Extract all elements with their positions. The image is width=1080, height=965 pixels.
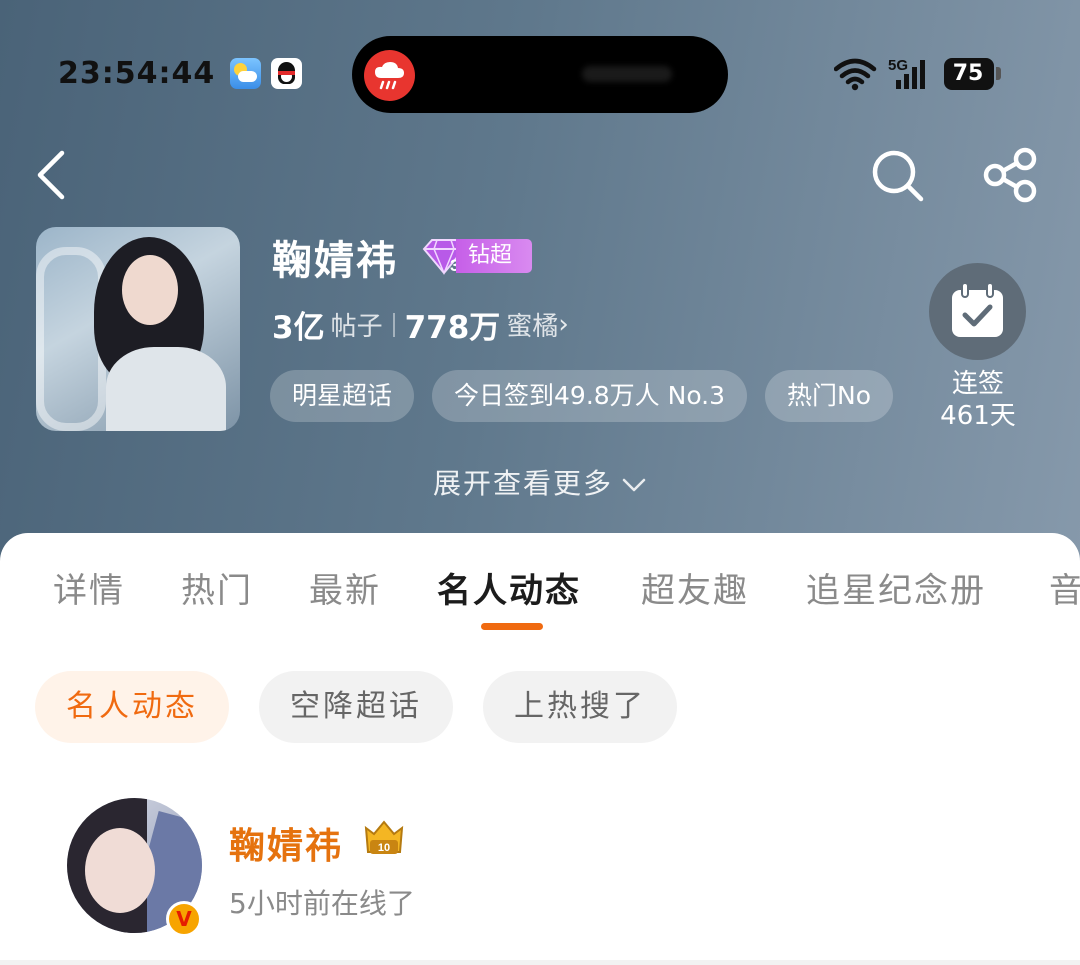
info-chips: 明星超话 今日签到49.8万人 No.3 热门No [270,370,906,422]
calendar-check-icon [952,282,1003,337]
weather-app-icon [230,58,261,89]
followers-count[interactable]: 778万 [405,310,501,346]
battery-nub [996,67,1001,80]
network-type: 5G [888,57,908,74]
wifi-icon [834,58,877,91]
verified-v-icon: V [166,901,202,937]
tab-music[interactable]: 音 [1049,563,1080,612]
tab-hot[interactable]: 热门 [181,563,253,612]
checkin-label: 连签 [951,369,1004,399]
tab-fan-album[interactable]: 追星纪念册 [806,563,986,612]
search-icon [872,150,924,202]
supertopic-avatar[interactable] [36,227,240,431]
tab-super-fun[interactable]: 超友趣 [641,563,749,612]
filter-hot-search[interactable]: 上热搜了 [483,671,677,743]
profile-stats: 3亿 帖子 778万 蜜橘› [272,302,569,348]
tab-celebrity-updates[interactable]: 名人动态 [437,563,581,612]
badge-label: 钻超 [456,239,532,273]
active-tab-indicator [481,623,543,630]
level-number: 10 [378,842,390,854]
chevron-right-icon[interactable]: › [558,310,568,340]
island-blurred-text [582,66,672,82]
battery-icon: 75 [944,58,994,90]
signal-icons: 5G [834,57,925,91]
chip-star-supertopic[interactable]: 明星超话 [270,370,415,422]
search-button[interactable] [868,145,928,205]
qq-app-icon [271,58,302,89]
profile-name: 鞠婧祎 [272,238,398,284]
tab-latest[interactable]: 最新 [309,563,381,612]
user-online-status: 5小时前在线了 [229,887,415,920]
crown-level-icon: 10 [364,820,404,854]
feed-divider [0,960,1080,965]
posts-label: 帖子 [330,312,383,342]
followers-label[interactable]: 蜜橘 [506,312,558,342]
content-sheet: 详情 热门 最新 名人动态 超友趣 追星纪念册 音 名人动态 空降超话 上热搜了… [0,533,1080,965]
share-icon [983,147,1037,203]
status-time: 23:54:44 [58,56,216,91]
chevron-down-icon [622,478,646,492]
expand-label: 展开查看更多 [432,467,613,500]
tab-details[interactable]: 详情 [53,563,125,612]
filter-landed-supertopic[interactable]: 空降超话 [259,671,453,743]
expand-more-button[interactable]: 展开查看更多 [0,462,1080,502]
user-name[interactable]: 鞠婧祎 [229,817,343,869]
filter-celebrity-updates[interactable]: 名人动态 [35,671,229,743]
checkin-days: 461天 [940,401,1016,431]
stat-divider [392,312,395,337]
back-arrow-icon [37,150,65,200]
checkin-button[interactable] [929,263,1026,360]
back-button[interactable] [22,145,82,205]
tab-bar: 详情 热门 最新 名人动态 超友趣 追星纪念册 音 [0,563,1080,623]
battery-level: 75 [952,61,984,86]
dynamic-island[interactable] [352,36,728,113]
share-button[interactable] [980,145,1040,205]
screen: 23:54:44 5G 75 鞠婧祎 3 钻超 3亿 帖子 778万 蜜橘› 明… [0,0,1080,965]
checkin-streak: 连签 461天 [920,368,1036,432]
chip-checkin-today[interactable]: 今日签到49.8万人 No.3 [432,370,748,422]
diamond-super-badge[interactable]: 3 钻超 [420,237,532,275]
chip-hot-rank[interactable]: 热门No [765,370,894,422]
rain-cloud-icon [364,50,415,101]
posts-count: 3亿 [272,310,325,346]
